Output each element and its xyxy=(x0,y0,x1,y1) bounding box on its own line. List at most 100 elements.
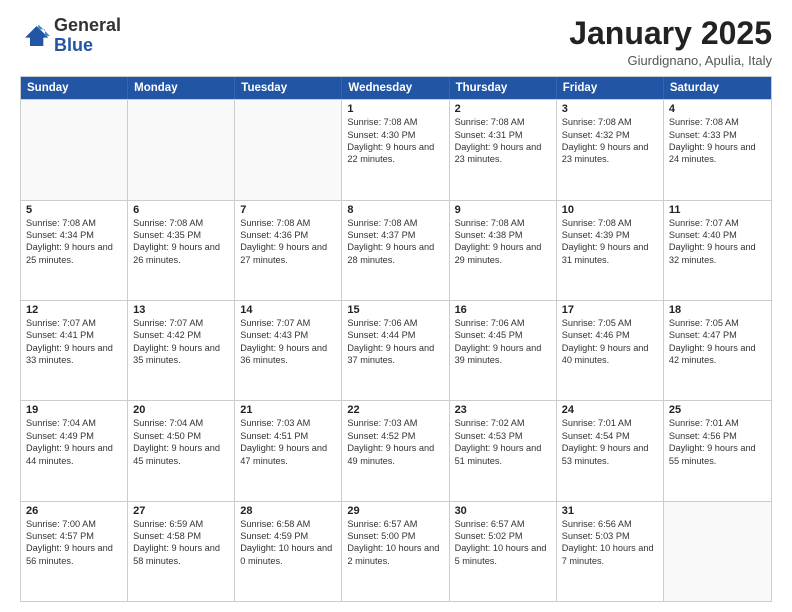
cal-cell-30: 30Sunrise: 6:57 AMSunset: 5:02 PMDayligh… xyxy=(450,502,557,601)
cal-cell-1: 1Sunrise: 7:08 AMSunset: 4:30 PMDaylight… xyxy=(342,100,449,199)
day-number: 12 xyxy=(26,304,122,316)
day-number: 15 xyxy=(347,304,443,316)
cell-info: Sunrise: 7:08 AMSunset: 4:35 PMDaylight:… xyxy=(133,217,229,267)
calendar-header: SundayMondayTuesdayWednesdayThursdayFrid… xyxy=(21,77,771,99)
cell-info: Sunrise: 7:08 AMSunset: 4:34 PMDaylight:… xyxy=(26,217,122,267)
cal-cell-26: 26Sunrise: 7:00 AMSunset: 4:57 PMDayligh… xyxy=(21,502,128,601)
day-number: 6 xyxy=(133,204,229,216)
day-number: 26 xyxy=(26,505,122,517)
day-number: 27 xyxy=(133,505,229,517)
cal-cell-2: 2Sunrise: 7:08 AMSunset: 4:31 PMDaylight… xyxy=(450,100,557,199)
cell-info: Sunrise: 7:07 AMSunset: 4:43 PMDaylight:… xyxy=(240,317,336,367)
cal-cell-18: 18Sunrise: 7:05 AMSunset: 4:47 PMDayligh… xyxy=(664,301,771,400)
cell-info: Sunrise: 7:08 AMSunset: 4:33 PMDaylight:… xyxy=(669,116,766,166)
cell-info: Sunrise: 7:07 AMSunset: 4:42 PMDaylight:… xyxy=(133,317,229,367)
cal-cell-14: 14Sunrise: 7:07 AMSunset: 4:43 PMDayligh… xyxy=(235,301,342,400)
day-number: 29 xyxy=(347,505,443,517)
cal-cell-10: 10Sunrise: 7:08 AMSunset: 4:39 PMDayligh… xyxy=(557,201,664,300)
cell-info: Sunrise: 7:01 AMSunset: 4:54 PMDaylight:… xyxy=(562,417,658,467)
header-day-thursday: Thursday xyxy=(450,77,557,99)
calendar-row-2: 5Sunrise: 7:08 AMSunset: 4:34 PMDaylight… xyxy=(21,200,771,300)
day-number: 11 xyxy=(669,204,766,216)
day-number: 28 xyxy=(240,505,336,517)
header-day-sunday: Sunday xyxy=(21,77,128,99)
header-day-monday: Monday xyxy=(128,77,235,99)
day-number: 2 xyxy=(455,103,551,115)
day-number: 30 xyxy=(455,505,551,517)
cell-info: Sunrise: 7:07 AMSunset: 4:41 PMDaylight:… xyxy=(26,317,122,367)
cal-cell-24: 24Sunrise: 7:01 AMSunset: 4:54 PMDayligh… xyxy=(557,401,664,500)
cal-cell-17: 17Sunrise: 7:05 AMSunset: 4:46 PMDayligh… xyxy=(557,301,664,400)
day-number: 7 xyxy=(240,204,336,216)
day-number: 31 xyxy=(562,505,658,517)
cal-cell-15: 15Sunrise: 7:06 AMSunset: 4:44 PMDayligh… xyxy=(342,301,449,400)
calendar-row-5: 26Sunrise: 7:00 AMSunset: 4:57 PMDayligh… xyxy=(21,501,771,601)
cal-cell-empty-0 xyxy=(21,100,128,199)
cal-cell-empty-6 xyxy=(664,502,771,601)
location: Giurdignano, Apulia, Italy xyxy=(569,53,772,68)
cal-cell-29: 29Sunrise: 6:57 AMSunset: 5:00 PMDayligh… xyxy=(342,502,449,601)
day-number: 16 xyxy=(455,304,551,316)
cal-cell-31: 31Sunrise: 6:56 AMSunset: 5:03 PMDayligh… xyxy=(557,502,664,601)
logo-icon xyxy=(20,21,50,51)
cal-cell-empty-2 xyxy=(235,100,342,199)
cal-cell-6: 6Sunrise: 7:08 AMSunset: 4:35 PMDaylight… xyxy=(128,201,235,300)
cal-cell-3: 3Sunrise: 7:08 AMSunset: 4:32 PMDaylight… xyxy=(557,100,664,199)
day-number: 19 xyxy=(26,404,122,416)
day-number: 22 xyxy=(347,404,443,416)
day-number: 3 xyxy=(562,103,658,115)
cell-info: Sunrise: 7:08 AMSunset: 4:32 PMDaylight:… xyxy=(562,116,658,166)
day-number: 18 xyxy=(669,304,766,316)
cell-info: Sunrise: 7:08 AMSunset: 4:38 PMDaylight:… xyxy=(455,217,551,267)
cell-info: Sunrise: 7:01 AMSunset: 4:56 PMDaylight:… xyxy=(669,417,766,467)
cell-info: Sunrise: 7:08 AMSunset: 4:39 PMDaylight:… xyxy=(562,217,658,267)
day-number: 17 xyxy=(562,304,658,316)
calendar-row-1: 1Sunrise: 7:08 AMSunset: 4:30 PMDaylight… xyxy=(21,99,771,199)
cell-info: Sunrise: 7:05 AMSunset: 4:46 PMDaylight:… xyxy=(562,317,658,367)
calendar: SundayMondayTuesdayWednesdayThursdayFrid… xyxy=(20,76,772,602)
cell-info: Sunrise: 7:06 AMSunset: 4:45 PMDaylight:… xyxy=(455,317,551,367)
cell-info: Sunrise: 7:05 AMSunset: 4:47 PMDaylight:… xyxy=(669,317,766,367)
cal-cell-22: 22Sunrise: 7:03 AMSunset: 4:52 PMDayligh… xyxy=(342,401,449,500)
cell-info: Sunrise: 6:57 AMSunset: 5:02 PMDaylight:… xyxy=(455,518,551,568)
day-number: 13 xyxy=(133,304,229,316)
calendar-body: 1Sunrise: 7:08 AMSunset: 4:30 PMDaylight… xyxy=(21,99,771,601)
cell-info: Sunrise: 7:00 AMSunset: 4:57 PMDaylight:… xyxy=(26,518,122,568)
cell-info: Sunrise: 7:07 AMSunset: 4:40 PMDaylight:… xyxy=(669,217,766,267)
cell-info: Sunrise: 7:06 AMSunset: 4:44 PMDaylight:… xyxy=(347,317,443,367)
cal-cell-16: 16Sunrise: 7:06 AMSunset: 4:45 PMDayligh… xyxy=(450,301,557,400)
day-number: 8 xyxy=(347,204,443,216)
cell-info: Sunrise: 7:08 AMSunset: 4:37 PMDaylight:… xyxy=(347,217,443,267)
day-number: 25 xyxy=(669,404,766,416)
cal-cell-11: 11Sunrise: 7:07 AMSunset: 4:40 PMDayligh… xyxy=(664,201,771,300)
cell-info: Sunrise: 7:03 AMSunset: 4:51 PMDaylight:… xyxy=(240,417,336,467)
cal-cell-9: 9Sunrise: 7:08 AMSunset: 4:38 PMDaylight… xyxy=(450,201,557,300)
page: General Blue January 2025 Giurdignano, A… xyxy=(0,0,792,612)
cal-cell-25: 25Sunrise: 7:01 AMSunset: 4:56 PMDayligh… xyxy=(664,401,771,500)
logo-text: General Blue xyxy=(54,16,121,56)
cal-cell-7: 7Sunrise: 7:08 AMSunset: 4:36 PMDaylight… xyxy=(235,201,342,300)
header-day-friday: Friday xyxy=(557,77,664,99)
day-number: 21 xyxy=(240,404,336,416)
day-number: 9 xyxy=(455,204,551,216)
cal-cell-4: 4Sunrise: 7:08 AMSunset: 4:33 PMDaylight… xyxy=(664,100,771,199)
day-number: 4 xyxy=(669,103,766,115)
day-number: 24 xyxy=(562,404,658,416)
day-number: 1 xyxy=(347,103,443,115)
cell-info: Sunrise: 7:08 AMSunset: 4:30 PMDaylight:… xyxy=(347,116,443,166)
cal-cell-5: 5Sunrise: 7:08 AMSunset: 4:34 PMDaylight… xyxy=(21,201,128,300)
cell-info: Sunrise: 6:57 AMSunset: 5:00 PMDaylight:… xyxy=(347,518,443,568)
header-day-saturday: Saturday xyxy=(664,77,771,99)
cell-info: Sunrise: 7:02 AMSunset: 4:53 PMDaylight:… xyxy=(455,417,551,467)
day-number: 14 xyxy=(240,304,336,316)
cell-info: Sunrise: 7:03 AMSunset: 4:52 PMDaylight:… xyxy=(347,417,443,467)
calendar-row-3: 12Sunrise: 7:07 AMSunset: 4:41 PMDayligh… xyxy=(21,300,771,400)
cell-info: Sunrise: 7:04 AMSunset: 4:49 PMDaylight:… xyxy=(26,417,122,467)
month-title: January 2025 xyxy=(569,16,772,51)
cal-cell-empty-1 xyxy=(128,100,235,199)
cal-cell-19: 19Sunrise: 7:04 AMSunset: 4:49 PMDayligh… xyxy=(21,401,128,500)
day-number: 5 xyxy=(26,204,122,216)
header: General Blue January 2025 Giurdignano, A… xyxy=(20,16,772,68)
day-number: 10 xyxy=(562,204,658,216)
cal-cell-21: 21Sunrise: 7:03 AMSunset: 4:51 PMDayligh… xyxy=(235,401,342,500)
